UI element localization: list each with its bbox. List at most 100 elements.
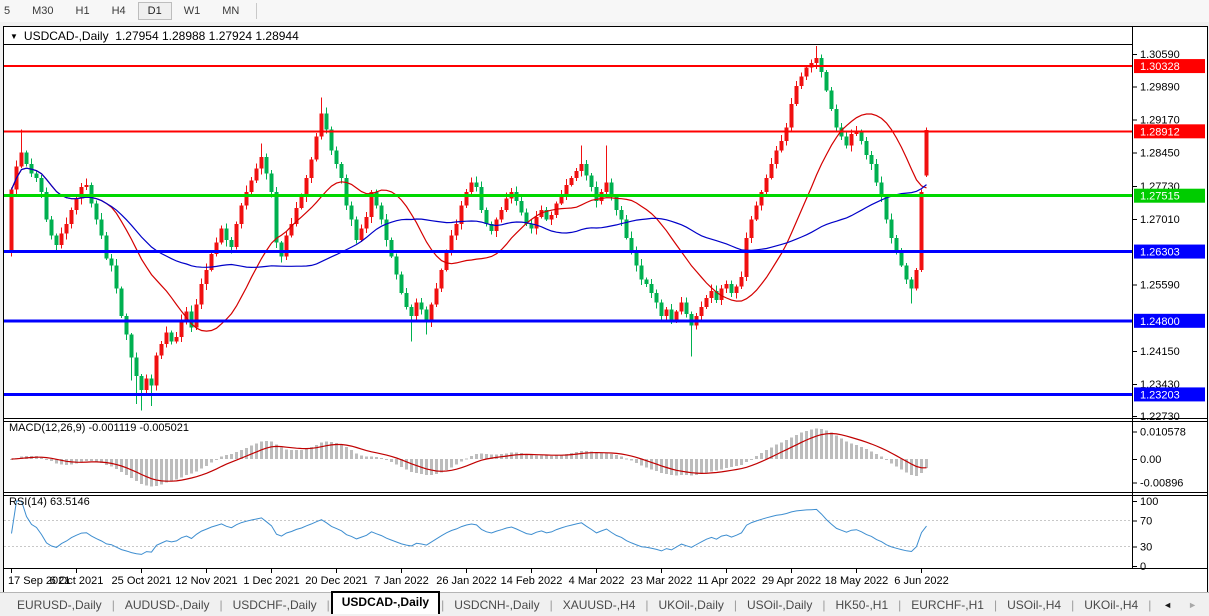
timeframe-button-M30[interactable]: M30	[22, 2, 63, 20]
macd-histogram-bar	[925, 459, 928, 468]
macd-histogram-bar	[830, 432, 833, 459]
tab-separator: |	[112, 598, 115, 612]
macd-histogram-bar	[700, 459, 703, 474]
tab-usoil-daily[interactable]: USOil-,Daily	[738, 595, 821, 615]
rsi-layer	[4, 501, 1132, 554]
macd-histogram-bar	[680, 459, 683, 475]
macd-histogram-bar	[430, 459, 433, 475]
price-axis-label: 1.26303	[1140, 247, 1180, 259]
macd-histogram-bar	[395, 459, 398, 464]
rsi-indicator-label: RSI(14) 63.5146	[9, 496, 90, 508]
tab-separator: |	[822, 598, 825, 612]
macd-histogram-bar	[890, 459, 893, 463]
chart-title-bar: ▼ USDCAD-,Daily 1.27954 1.28988 1.27924 …	[10, 29, 299, 43]
price-chart[interactable]: 1.305901.298901.291701.284501.277301.270…	[4, 27, 1207, 593]
timeframe-button-5[interactable]: 5	[0, 2, 20, 20]
date-axis-label: 26 Jan 2022	[436, 575, 497, 587]
tab-separator: |	[550, 598, 553, 612]
macd-histogram-bar	[90, 459, 93, 461]
macd-layer	[10, 429, 928, 487]
macd-histogram-bar	[175, 459, 178, 479]
tab-audusd-daily[interactable]: AUDUSD-,Daily	[116, 595, 219, 615]
moving-averages-layer	[12, 114, 927, 331]
macd-histogram-bar	[795, 435, 798, 459]
macd-histogram-bar	[665, 459, 668, 474]
date-axis-label: 12 Nov 2021	[175, 575, 237, 587]
macd-histogram-bar	[380, 458, 383, 459]
price-axis-label: 1.28450	[1140, 148, 1180, 160]
macd-indicator-label: MACD(12,26,9) -0.001119 -0.005021	[9, 422, 189, 434]
macd-histogram-bar	[150, 459, 153, 487]
timeframe-button-W1[interactable]: W1	[174, 2, 211, 20]
tab-scroll-right-icon[interactable]: ►	[1188, 600, 1197, 610]
macd-histogram-bar	[335, 443, 338, 459]
toolbar-separator	[256, 3, 257, 19]
macd-histogram-bar	[575, 452, 578, 459]
tab-usdchf-daily[interactable]: USDCHF-,Daily	[224, 595, 326, 615]
macd-histogram-bar	[215, 459, 218, 460]
timeframe-button-H1[interactable]: H1	[66, 2, 100, 20]
macd-histogram-bar	[355, 453, 358, 459]
macd-histogram-bar	[140, 459, 143, 484]
tab-xauusd-h4[interactable]: XAUUSD-,H4	[554, 595, 645, 615]
tab-usdcnh-daily[interactable]: USDCNH-,Daily	[445, 595, 548, 615]
symbol-dropdown-icon[interactable]: ▼	[10, 32, 18, 41]
tab-usdcad-daily[interactable]: USDCAD-,Daily	[331, 591, 440, 614]
tab-scroll-left-icon[interactable]: ◄	[1163, 600, 1172, 610]
tab-separator: |	[441, 598, 444, 612]
macd-histogram-bar	[635, 459, 638, 463]
timeframe-button-H4[interactable]: H4	[102, 2, 136, 20]
macd-histogram-bar	[235, 452, 238, 459]
tab-usoil-h4[interactable]: USOil-,H4	[998, 595, 1070, 615]
macd-histogram-bar	[595, 453, 598, 459]
macd-histogram-bar	[440, 459, 443, 472]
tab-eurchf-h1[interactable]: EURCHF-,H1	[902, 595, 993, 615]
date-axis-label: 11 Apr 2022	[697, 575, 756, 587]
macd-histogram-bar	[885, 459, 888, 460]
macd-histogram-bar	[295, 450, 298, 459]
tab-eurusd-daily[interactable]: EURUSD-,Daily	[8, 595, 111, 615]
macd-histogram-bar	[435, 459, 438, 474]
macd-histogram-bar	[130, 459, 133, 478]
macd-histogram-bar	[50, 459, 53, 461]
timeframe-button-D1[interactable]: D1	[138, 2, 172, 20]
macd-histogram-bar	[305, 449, 308, 459]
tab-ukoil-h4[interactable]: UKOil-,H4	[1075, 595, 1147, 615]
tab-ukoil-daily[interactable]: UKOil-,Daily	[650, 595, 733, 615]
macd-histogram-bar	[740, 459, 743, 465]
macd-histogram-bar	[445, 459, 448, 470]
macd-histogram-bar	[610, 454, 613, 459]
macd-histogram-bar	[515, 453, 518, 459]
macd-histogram-bar	[775, 445, 778, 459]
macd-histogram-bar	[145, 459, 148, 485]
pane-frames	[4, 27, 1207, 573]
price-axis-label: 1.24800	[1140, 316, 1180, 328]
macd-histogram-bar	[340, 445, 343, 459]
macd-histogram-bar	[585, 451, 588, 459]
macd-histogram-bar	[910, 459, 913, 475]
macd-histogram-bar	[670, 459, 673, 475]
macd-histogram-bar	[205, 459, 208, 466]
tab-scroll-arrows: ◄►	[1163, 600, 1197, 610]
candles-layer	[10, 46, 929, 411]
macd-histogram-bar	[480, 454, 483, 459]
date-axis-label: 29 Apr 2022	[762, 575, 821, 587]
macd-histogram-bar	[385, 459, 388, 460]
timeframe-button-MN[interactable]: MN	[212, 2, 249, 20]
macd-histogram-bar	[245, 448, 248, 459]
macd-histogram-bar	[555, 456, 558, 459]
price-axis-label: 1.25590	[1140, 279, 1180, 291]
macd-histogram-bar	[725, 459, 728, 468]
macd-histogram-bar	[835, 435, 838, 459]
price-axis-label: -0.00896	[1140, 477, 1183, 489]
tab-separator: |	[327, 598, 330, 612]
date-axis-label: 20 Dec 2021	[305, 575, 367, 587]
price-axis-label: 0.00	[1140, 454, 1161, 466]
macd-histogram-bar	[625, 458, 628, 459]
macd-histogram-bar	[850, 443, 853, 459]
macd-signal-line	[12, 434, 927, 482]
macd-histogram-bar	[810, 430, 813, 459]
tab-hk50-h1[interactable]: HK50-,H1	[826, 595, 897, 615]
macd-histogram-bar	[730, 459, 733, 467]
macd-histogram-bar	[845, 441, 848, 459]
